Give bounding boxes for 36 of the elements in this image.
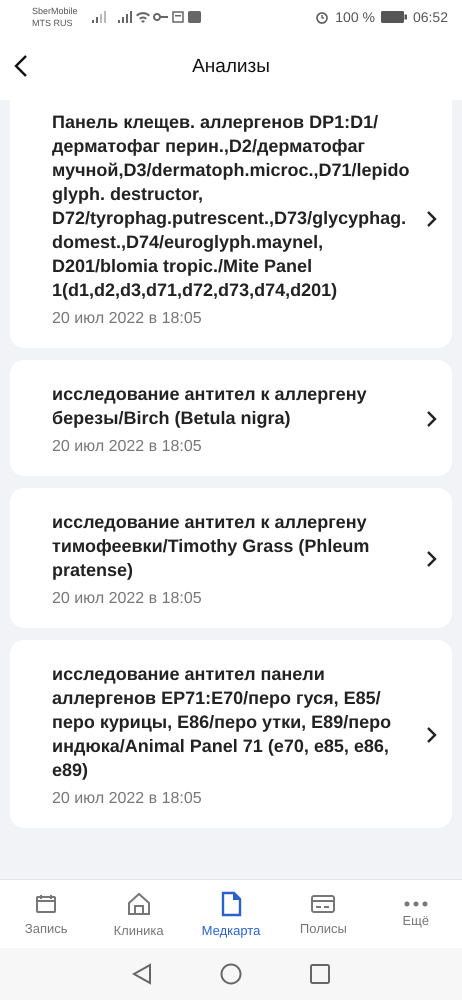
back-nav-icon[interactable] [132, 963, 152, 985]
result-title: исследование антител к аллергену тимофеевки/Timothy Grass (Phleum pratense) [52, 511, 370, 582]
recents-nav-icon[interactable] [310, 964, 330, 984]
result-title: Панель клещев. аллергенов DP1:D1/дерматофаг перин.,D2/дерматофаг мучной,D3/dermatoph.microc.,D71/lepidoglyph. destructor, D72/tyrophag.putrescent.,D73/glycyphag.domest.,D74/euroglyph.maynel, D201/blomia tropic./Mite Panel 1(d1,d2,d3,d71,d72,d73,d74,d201) [52, 111, 411, 302]
result-card[interactable]: исследование антител панели аллергенов EP71:E70/перо гуся, E85/перо курицы, E86/перо утки, E89/перо индюка/Animal Panel 71 (e70, e85, e86, e89) 20 июл 2022 в 18:05 [10, 640, 452, 828]
carrier-name: SberMobile [32, 5, 78, 17]
clock: 06:52 [412, 9, 448, 25]
result-title: исследование антител панели аллергенов EP71:E70/перо гуся, E85/перо курицы, E86/перо утки, E89/перо индюка/Animal Panel 71 (e70, e85, e86, e89) [52, 663, 392, 782]
carrier-name: MTS RUS [32, 17, 74, 29]
result-date: 20 июл 2022 в 18:05 [52, 310, 203, 328]
page-title: Анализы [192, 56, 270, 78]
result-date: 20 июл 2022 в 18:05 [52, 790, 203, 808]
tab-bar-item[interactable]: Медкарта [184, 880, 278, 948]
result-date: 20 июл 2022 в 18:05 [52, 590, 203, 608]
credit-card-icon [310, 892, 336, 914]
chevron-right-icon [426, 210, 438, 228]
result-card[interactable] [10, 100, 452, 348]
home-nav-icon[interactable] [220, 963, 242, 985]
result-card[interactable]: исследование антител к аллергену березы/Birch (Betula nigra) 20 июл 2022 в 18:05 [10, 360, 452, 476]
battery-icon [380, 11, 407, 23]
calendar-icon [35, 892, 58, 914]
battery-percent: 100 % [335, 9, 375, 25]
result-card[interactable]: исследование антител к аллергену тимофеевки/Timothy Grass (Phleum pratense) 20 июл 2022 в 18:05 [10, 488, 452, 628]
chevron-right-icon [426, 550, 438, 568]
result-title: исследование антител к аллергену березы/Birch (Betula nigra) [52, 383, 368, 430]
chevron-right-icon [426, 410, 438, 428]
tab-bar-item[interactable]: Полисы [277, 880, 370, 948]
result-date: 20 июл 2022 в 18:05 [52, 438, 203, 456]
tab-bar-item[interactable]: Клиника [92, 880, 185, 948]
more-icon [404, 900, 428, 906]
document-icon [220, 890, 242, 916]
tab-bar-item[interactable]: Запись [0, 880, 92, 948]
alarm-icon [315, 10, 330, 24]
chevron-right-icon [426, 726, 438, 744]
tab-bar-item[interactable]: Ещё [370, 880, 462, 948]
home-icon [126, 890, 152, 916]
